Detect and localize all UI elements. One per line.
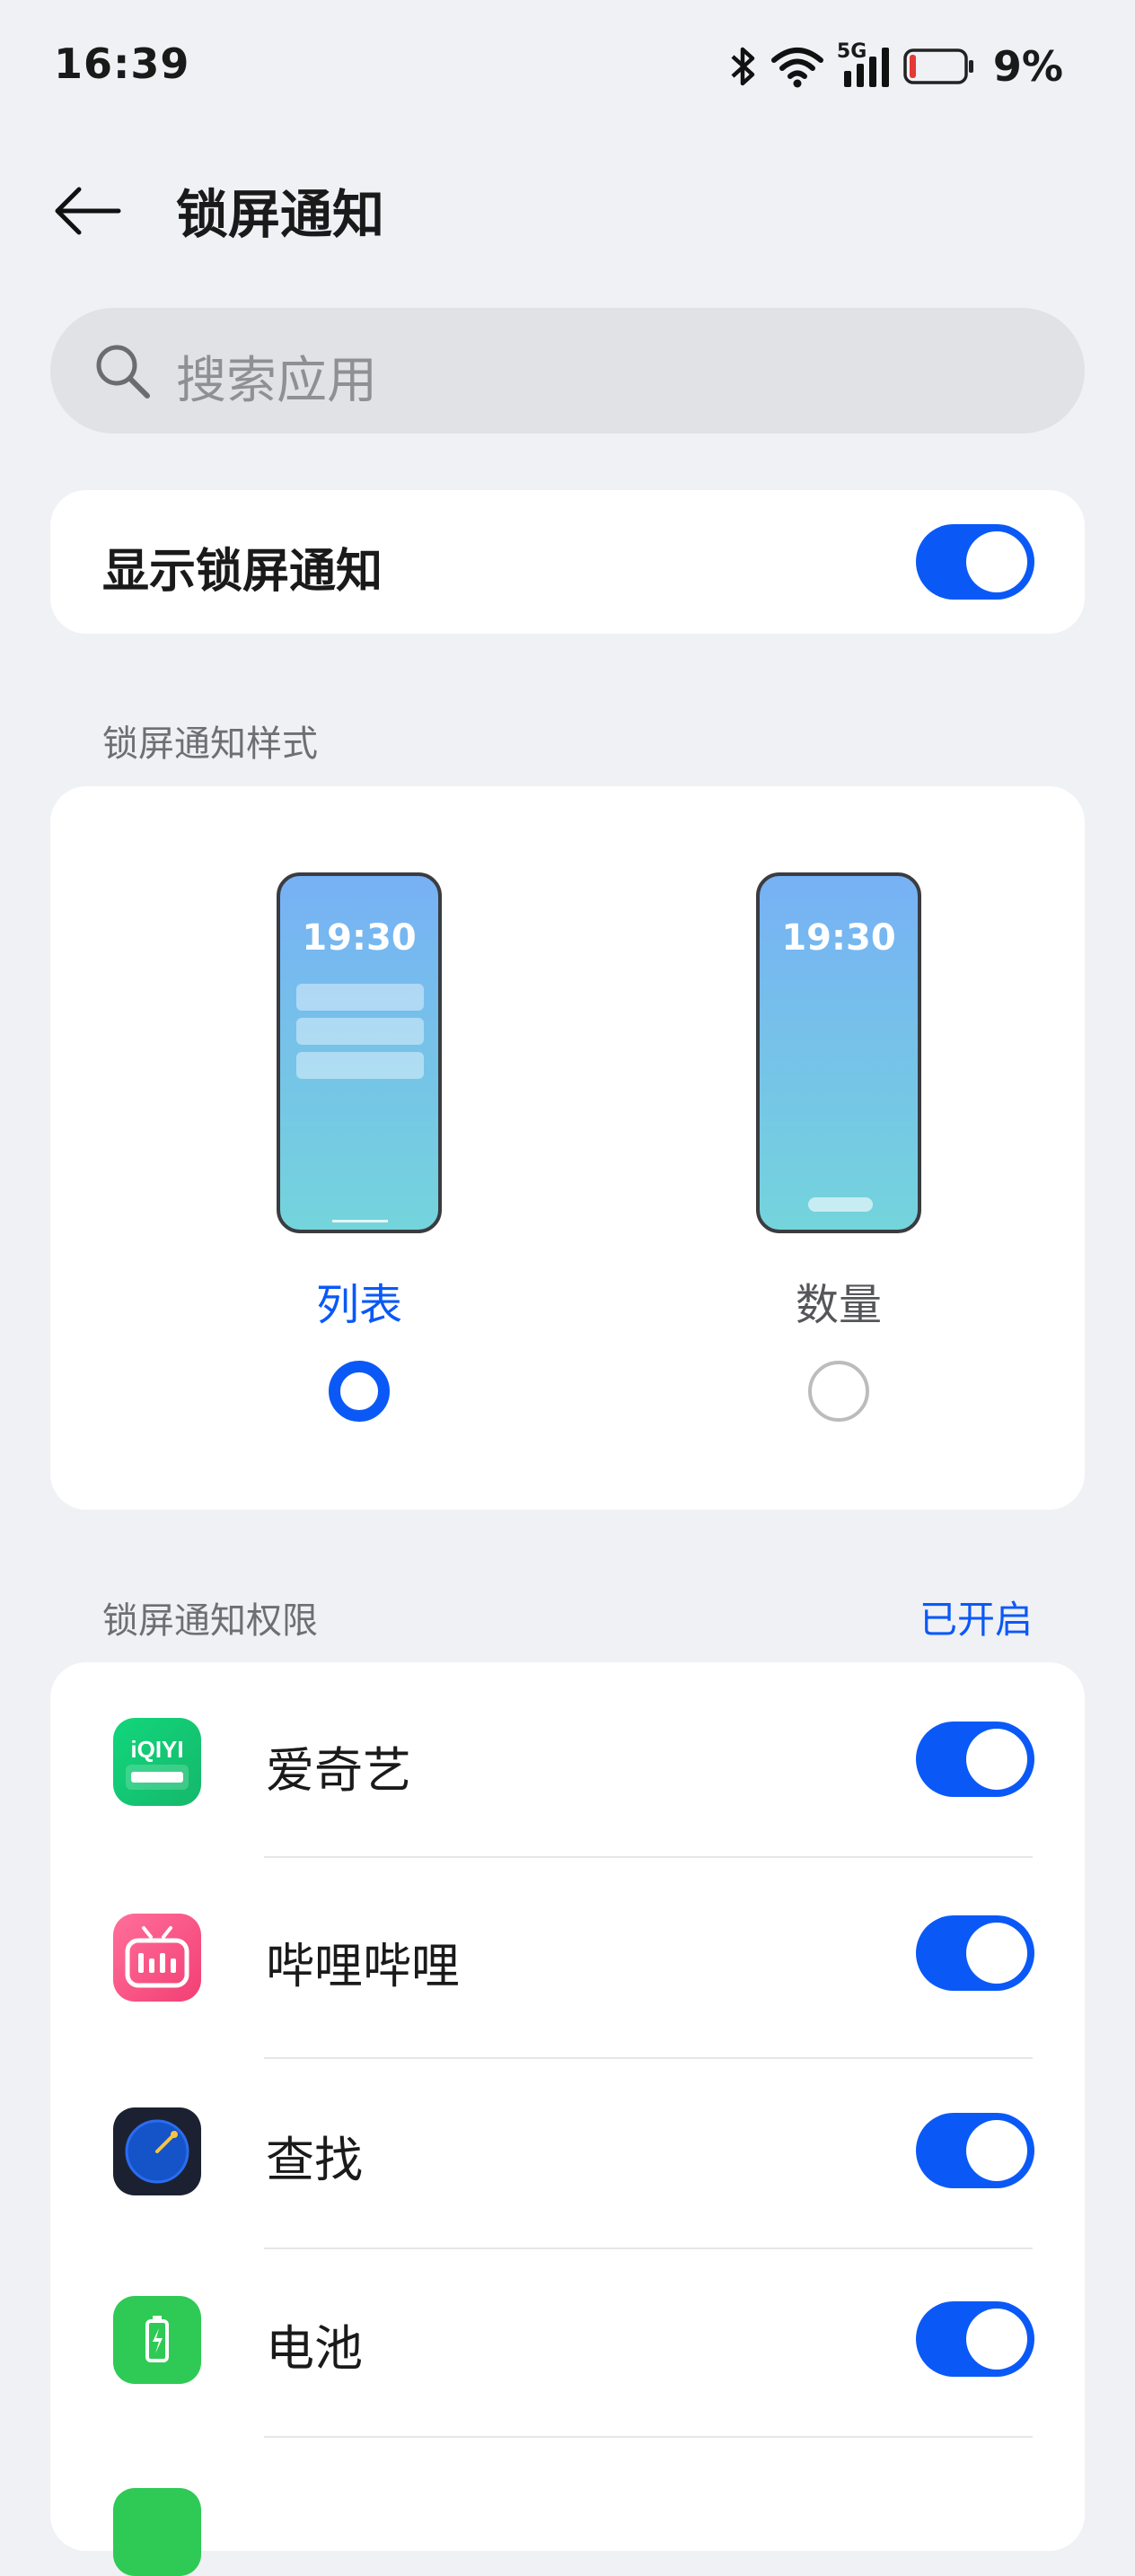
permissions-status-link[interactable]: 已开启: [919, 1590, 1033, 1644]
list-radio[interactable]: [329, 1361, 390, 1422]
show-notifications-toggle[interactable]: [916, 524, 1034, 600]
style-option-list[interactable]: 19:30 列表: [242, 872, 476, 1429]
status-bar: 16:39 5G 9%: [0, 0, 1135, 135]
app-toggle[interactable]: [916, 2301, 1034, 2377]
app-toggle[interactable]: [916, 1722, 1034, 1797]
battery-percent: 9%: [992, 42, 1063, 91]
toggle-knob: [966, 2120, 1027, 2181]
back-arrow-icon: [55, 187, 121, 235]
style-option-count[interactable]: 19:30 数量: [722, 872, 955, 1429]
toggle-knob: [966, 1923, 1027, 1984]
style-section-title: 锁屏通知样式: [102, 723, 318, 765]
page-title: 锁屏通知: [176, 184, 385, 245]
wifi-icon: [770, 48, 823, 88]
app-name: 查找: [266, 2132, 363, 2188]
back-button[interactable]: [52, 175, 124, 247]
preview-clock: 19:30: [302, 917, 417, 959]
svg-text:iQIYI: iQIYI: [130, 1736, 183, 1763]
count-radio[interactable]: [808, 1361, 869, 1422]
list-item[interactable]: iQIYI 爱奇艺: [50, 1662, 1085, 1856]
style-option-label: 列表: [315, 1280, 402, 1330]
style-option-label: 数量: [795, 1280, 882, 1330]
list-item[interactable]: 哔哩哔哩: [50, 1858, 1085, 2052]
status-time: 16:39: [54, 39, 190, 88]
style-card: 19:30 列表 19:30 数量: [50, 786, 1085, 1510]
app-icon: [113, 2488, 201, 2576]
find-device-icon: [113, 2107, 201, 2195]
show-notifications-label: 显示锁屏通知: [102, 545, 383, 599]
preview-notification-bar: [296, 1052, 424, 1079]
list-item[interactable]: 电池: [50, 2249, 1085, 2443]
toggle-knob: [966, 1729, 1027, 1790]
show-notifications-row: 显示锁屏通知: [50, 490, 1085, 634]
battery-icon: [903, 48, 973, 84]
app-toggle[interactable]: [916, 2113, 1034, 2188]
divider: [264, 2436, 1033, 2438]
preview-count-pill: [808, 1197, 873, 1212]
app-name: 爱奇艺: [266, 1742, 411, 1799]
permissions-section-title: 锁屏通知权限: [102, 1600, 318, 1642]
iqiyi-icon: iQIYI: [113, 1718, 201, 1806]
cellular-signal-icon: 5G: [837, 40, 891, 89]
search-input[interactable]: 搜索应用: [176, 340, 377, 413]
preview-notification-bar: [296, 1018, 424, 1045]
bilibili-icon: [113, 1914, 201, 2002]
app-permissions-list: iQIYI 爱奇艺 哔哩哔哩 查找 电池: [50, 1662, 1085, 2576]
app-toggle[interactable]: [916, 1915, 1034, 1991]
search-icon: [96, 345, 150, 399]
count-style-preview: 19:30: [756, 872, 921, 1233]
list-style-preview: 19:30: [277, 872, 442, 1233]
battery-app-icon: [113, 2296, 201, 2384]
bluetooth-icon: [731, 47, 755, 86]
toggle-knob: [966, 2309, 1027, 2370]
preview-clock: 19:30: [781, 917, 896, 959]
toggle-knob: [966, 531, 1027, 592]
preview-notification-bar: [296, 984, 424, 1011]
status-icons: 5G 9%: [727, 39, 1063, 93]
search-bar[interactable]: 搜索应用: [50, 308, 1085, 434]
app-name: 哔哩哔哩: [266, 1938, 460, 1994]
preview-home-indicator: [332, 1220, 388, 1222]
app-name: 电池: [266, 2320, 363, 2377]
list-item[interactable]: 查找: [50, 2059, 1085, 2253]
